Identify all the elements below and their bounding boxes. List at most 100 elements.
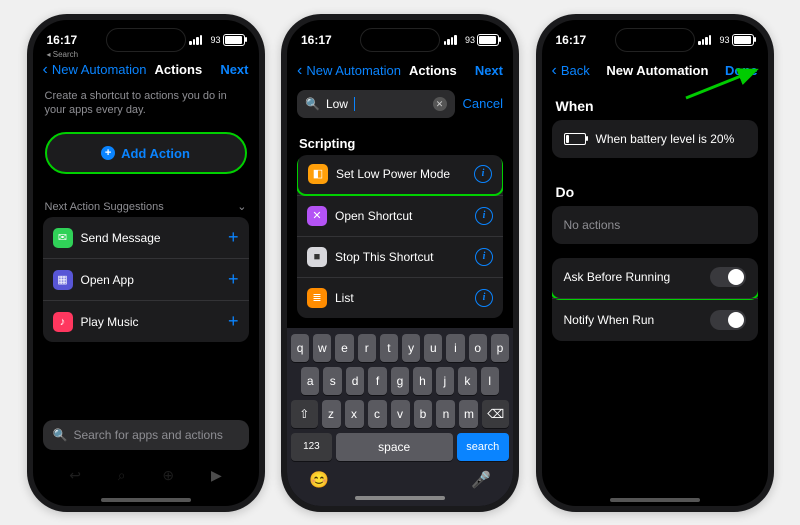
scripting-label: Set Low Power Mode: [336, 167, 466, 181]
info-icon[interactable]: i: [475, 289, 493, 307]
nav-back-button[interactable]: New Automation: [52, 62, 147, 77]
when-condition-tile[interactable]: When battery level is 20%: [552, 120, 758, 158]
key-x[interactable]: x: [345, 400, 364, 428]
scripting-header: Scripting: [287, 126, 513, 155]
key-t[interactable]: t: [380, 334, 398, 362]
key-j[interactable]: j: [436, 367, 454, 395]
nav-next-button[interactable]: Next: [475, 63, 503, 78]
cancel-button[interactable]: Cancel: [463, 96, 503, 111]
key-q[interactable]: q: [291, 334, 309, 362]
key-v[interactable]: v: [391, 400, 410, 428]
toolbar-icon[interactable]: ▶: [211, 467, 222, 484]
nav-back-chevron-icon[interactable]: ‹: [43, 61, 48, 79]
keyboard[interactable]: qwertyuiop asdfghjkl ⇧zxcvbnm⌫ 123 space…: [287, 328, 513, 506]
add-action-button[interactable]: + Add Action: [45, 132, 247, 174]
search-input[interactable]: 🔍 Low ✕: [297, 90, 455, 118]
key-p[interactable]: p: [491, 334, 509, 362]
search-placeholder: Search for apps and actions: [73, 428, 222, 442]
key-123[interactable]: 123: [291, 433, 332, 461]
key-b[interactable]: b: [414, 400, 433, 428]
search-bar[interactable]: 🔍 Search for apps and actions: [43, 420, 249, 450]
key-delete[interactable]: ⌫: [482, 400, 509, 428]
toggle-switch[interactable]: [710, 267, 746, 287]
scripting-list: ◧ Set Low Power Mode i✕ Open Shortcut i■…: [297, 155, 503, 318]
suggestion-row[interactable]: ▦ Open App +: [43, 258, 249, 300]
suggestion-row[interactable]: ✉ Send Message +: [43, 217, 249, 258]
battery-level-icon: [564, 133, 586, 145]
key-u[interactable]: u: [424, 334, 442, 362]
scripting-item[interactable]: ≣ List i: [297, 277, 503, 318]
key-e[interactable]: e: [335, 334, 353, 362]
info-icon[interactable]: i: [475, 207, 493, 225]
add-icon[interactable]: +: [228, 227, 239, 248]
add-icon[interactable]: +: [228, 269, 239, 290]
suggestion-row[interactable]: ♪ Play Music +: [43, 300, 249, 342]
status-time: 16:17: [556, 33, 587, 47]
phone-2: 16:17 93 ‹ New Automation Actions Next: [281, 14, 519, 512]
key-s[interactable]: s: [323, 367, 341, 395]
key-r[interactable]: r: [358, 334, 376, 362]
scripting-label: Stop This Shortcut: [335, 250, 467, 264]
app-icon: ▦: [53, 270, 73, 290]
key-k[interactable]: k: [458, 367, 476, 395]
toolbar-icon[interactable]: ⌕: [118, 467, 126, 484]
toggle-switch[interactable]: [710, 310, 746, 330]
suggestions-header[interactable]: Next Action Suggestions ⌄: [33, 178, 259, 217]
search-icon: 🔍: [53, 428, 68, 442]
home-indicator[interactable]: [355, 496, 445, 500]
nav-done-button[interactable]: Done: [725, 63, 758, 78]
app-icon: ♪: [53, 312, 73, 332]
nav-back-button[interactable]: Back: [561, 63, 590, 78]
plus-icon: +: [101, 146, 115, 160]
key-o[interactable]: o: [469, 334, 487, 362]
when-condition-label: When battery level is 20%: [596, 132, 735, 146]
info-icon[interactable]: i: [474, 165, 492, 183]
action-icon: ≣: [307, 288, 327, 308]
scripting-item[interactable]: ◧ Set Low Power Mode i: [297, 155, 503, 196]
nav-back-chevron-icon[interactable]: ‹: [552, 62, 557, 80]
key-z[interactable]: z: [322, 400, 341, 428]
key-f[interactable]: f: [368, 367, 386, 395]
do-actions-label: No actions: [564, 218, 621, 232]
toolbar: ↩ ⌕ ⊕ ▶: [33, 456, 259, 496]
nav-back-chevron-icon[interactable]: ‹: [297, 62, 302, 80]
key-m[interactable]: m: [459, 400, 478, 428]
key-w[interactable]: w: [313, 334, 331, 362]
key-h[interactable]: h: [413, 367, 431, 395]
scripting-label: List: [335, 291, 467, 305]
key-space[interactable]: space: [336, 433, 453, 461]
key-search[interactable]: search: [457, 433, 510, 461]
scripting-item[interactable]: ■ Stop This Shortcut i: [297, 236, 503, 277]
toolbar-icon[interactable]: ⊕: [162, 467, 174, 484]
suggestion-label: Open App: [81, 273, 220, 287]
action-icon: ■: [307, 247, 327, 267]
nav-next-button[interactable]: Next: [220, 62, 248, 77]
key-i[interactable]: i: [446, 334, 464, 362]
home-indicator[interactable]: [101, 498, 191, 502]
key-g[interactable]: g: [391, 367, 409, 395]
mic-key[interactable]: 🎤: [471, 470, 491, 490]
nav-back-button[interactable]: New Automation: [306, 63, 401, 78]
key-l[interactable]: l: [481, 367, 499, 395]
key-y[interactable]: y: [402, 334, 420, 362]
toolbar-icon[interactable]: ↩: [69, 467, 81, 484]
page-description: Create a shortcut to actions you do in y…: [33, 85, 259, 129]
battery-icon: 93: [719, 34, 753, 46]
home-indicator[interactable]: [610, 498, 700, 502]
battery-icon: 93: [465, 34, 499, 46]
info-icon[interactable]: i: [475, 248, 493, 266]
key-c[interactable]: c: [368, 400, 387, 428]
status-time: 16:17: [47, 33, 78, 47]
chevron-down-icon: ⌄: [237, 200, 246, 213]
nav-bar: ‹ New Automation Actions Next: [287, 60, 513, 86]
clear-icon[interactable]: ✕: [433, 97, 447, 111]
key-n[interactable]: n: [436, 400, 455, 428]
key-a[interactable]: a: [301, 367, 319, 395]
do-actions-tile[interactable]: No actions: [552, 206, 758, 244]
add-icon[interactable]: +: [228, 311, 239, 332]
emoji-key[interactable]: 😊: [309, 470, 329, 490]
cellular-icon: [444, 35, 457, 45]
key-d[interactable]: d: [346, 367, 364, 395]
key-shift[interactable]: ⇧: [291, 400, 318, 428]
scripting-item[interactable]: ✕ Open Shortcut i: [297, 195, 503, 236]
